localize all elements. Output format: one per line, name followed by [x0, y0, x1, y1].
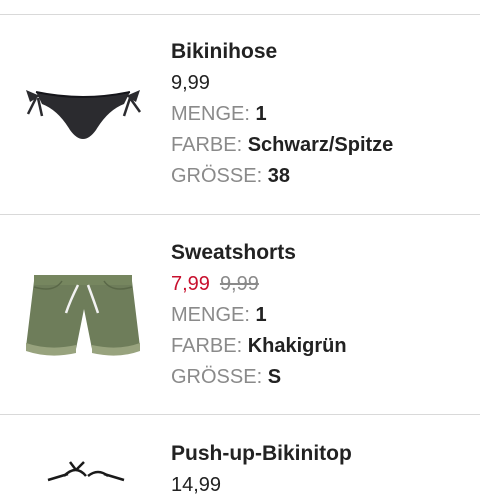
product-title[interactable]: Push-up-Bikinitop — [171, 442, 471, 466]
item-details: Bikinihose 9,99 MENGE: 1 FARBE: Schwarz/… — [171, 40, 471, 195]
color-row: FARBE: Khakigrün — [171, 334, 471, 365]
product-price: 7,99 9,99 — [171, 272, 471, 303]
item-details: Push-up-Bikinitop 14,99 — [171, 442, 471, 504]
khaki-sweatshorts-image — [26, 275, 140, 356]
item-divider — [0, 214, 480, 215]
color-label: FARBE: — [171, 335, 243, 357]
size-value: 38 — [267, 165, 290, 187]
item-divider — [0, 414, 480, 415]
top-divider — [0, 14, 480, 15]
quantity-label: MENGE: — [171, 304, 250, 326]
size-value: S — [267, 366, 282, 388]
quantity-value: 1 — [255, 304, 267, 326]
sale-price: 7,99 — [171, 273, 210, 295]
size-row: GRÖSSE: 38 — [171, 164, 471, 195]
product-title[interactable]: Bikinihose — [171, 40, 471, 64]
quantity-label: MENGE: — [171, 103, 250, 125]
bikini-top-image — [47, 461, 125, 482]
color-value: Schwarz/Spitze — [247, 134, 394, 156]
color-value: Khakigrün — [247, 335, 347, 357]
product-image[interactable] — [18, 263, 148, 373]
item-details: Sweatshorts 7,99 9,99 MENGE: 1 FARBE: Kha… — [171, 241, 471, 396]
bikini-bottom-black-lace-image — [26, 90, 142, 139]
product-price: 9,99 — [171, 71, 471, 102]
size-row: GRÖSSE: S — [171, 365, 471, 396]
price-value: 9,99 — [171, 72, 210, 94]
product-image[interactable] — [18, 46, 148, 156]
quantity-row: MENGE: 1 — [171, 102, 471, 133]
original-price: 9,99 — [219, 273, 259, 295]
product-price: 14,99 — [171, 473, 471, 504]
size-label: GRÖSSE: — [171, 366, 263, 388]
quantity-row: MENGE: 1 — [171, 303, 471, 334]
quantity-value: 1 — [255, 103, 267, 125]
color-label: FARBE: — [171, 134, 243, 156]
price-value: 14,99 — [171, 474, 222, 496]
product-title[interactable]: Sweatshorts — [171, 241, 471, 265]
product-image[interactable] — [18, 456, 148, 496]
size-label: GRÖSSE: — [171, 165, 263, 187]
color-row: FARBE: Schwarz/Spitze — [171, 133, 471, 164]
